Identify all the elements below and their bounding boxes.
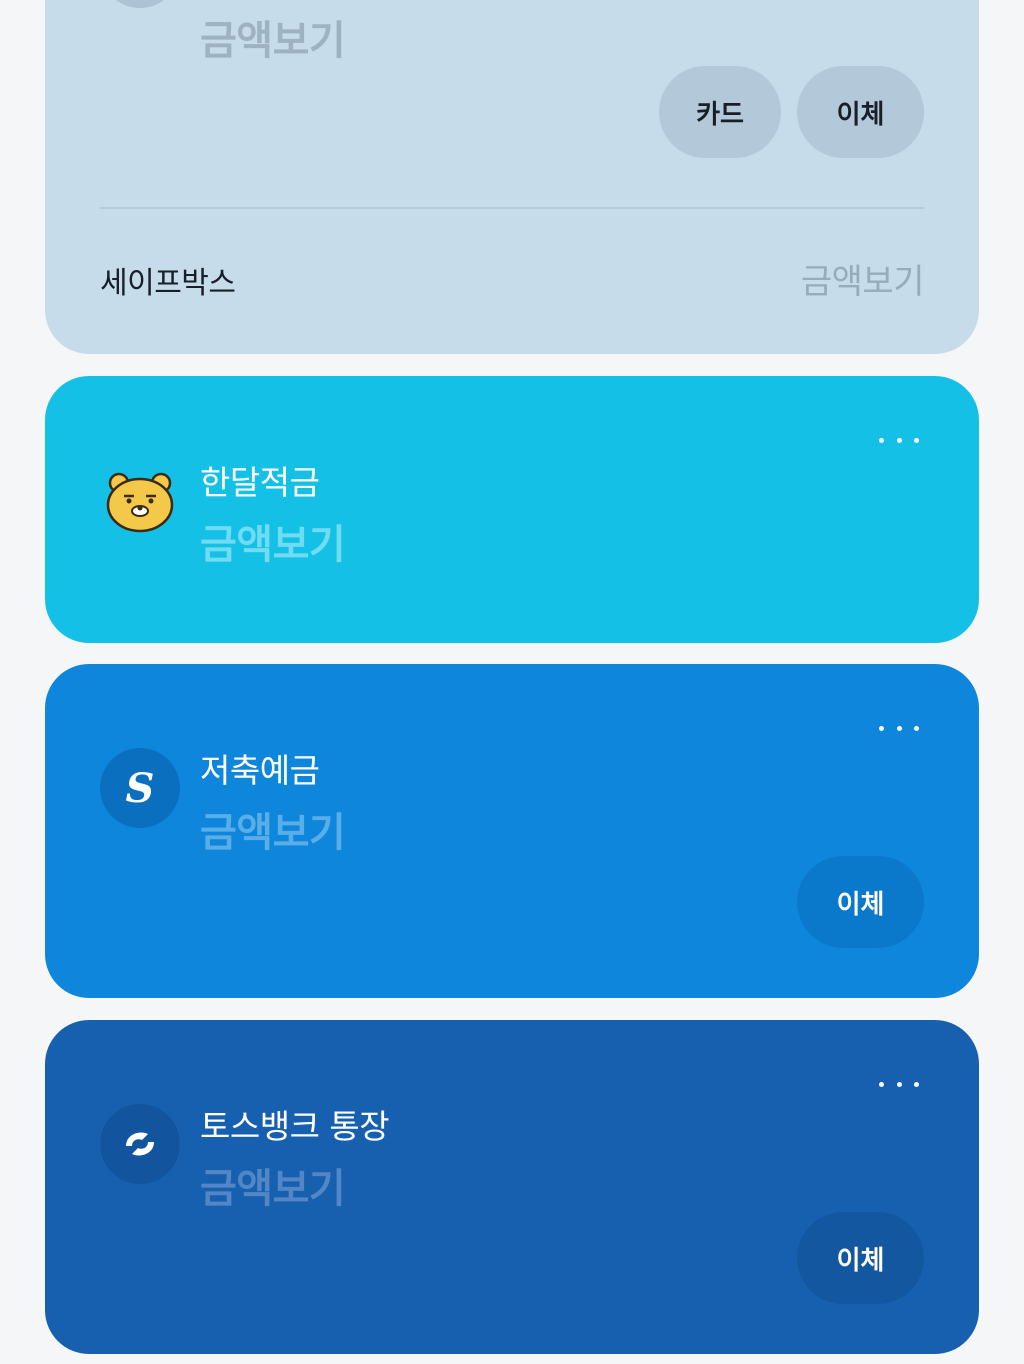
bank-logo-icon: S — [100, 748, 180, 828]
account-name: 저축예금 — [200, 751, 320, 790]
account-card-monthly-savings[interactable]: 한달적금 금액보기 — [45, 376, 979, 643]
card-button[interactable]: 카드 — [659, 66, 781, 158]
toss-logo-icon — [100, 1104, 180, 1184]
more-options-icon[interactable] — [879, 718, 919, 738]
safebox-amount[interactable]: 금액보기 — [801, 254, 925, 303]
transfer-button[interactable]: 이체 — [797, 66, 924, 158]
transfer-button[interactable]: 이체 — [797, 856, 924, 948]
more-options-icon[interactable] — [879, 430, 919, 450]
safebox-label[interactable]: 세이프박스 — [100, 258, 236, 302]
account-card-top[interactable]: 금액보기 카드 이체 세이프박스 금액보기 — [45, 0, 979, 354]
ryan-character-icon — [100, 462, 180, 542]
account-name: 토스뱅크 통장 — [200, 1107, 390, 1146]
account-name: 한달적금 — [200, 463, 320, 502]
account-amount[interactable]: 금액보기 — [200, 800, 346, 858]
account-amount[interactable]: 금액보기 — [200, 512, 346, 570]
divider — [100, 207, 924, 209]
account-card-savings-deposit[interactable]: S 저축예금 금액보기 이체 — [45, 664, 979, 998]
account-amount[interactable]: 금액보기 — [200, 1156, 346, 1214]
bank-logo-icon — [100, 0, 180, 8]
account-amount[interactable]: 금액보기 — [200, 8, 346, 66]
transfer-button[interactable]: 이체 — [797, 1212, 924, 1304]
account-card-toss-bank[interactable]: 토스뱅크 통장 금액보기 이체 — [45, 1020, 979, 1354]
more-options-icon[interactable] — [879, 1074, 919, 1094]
